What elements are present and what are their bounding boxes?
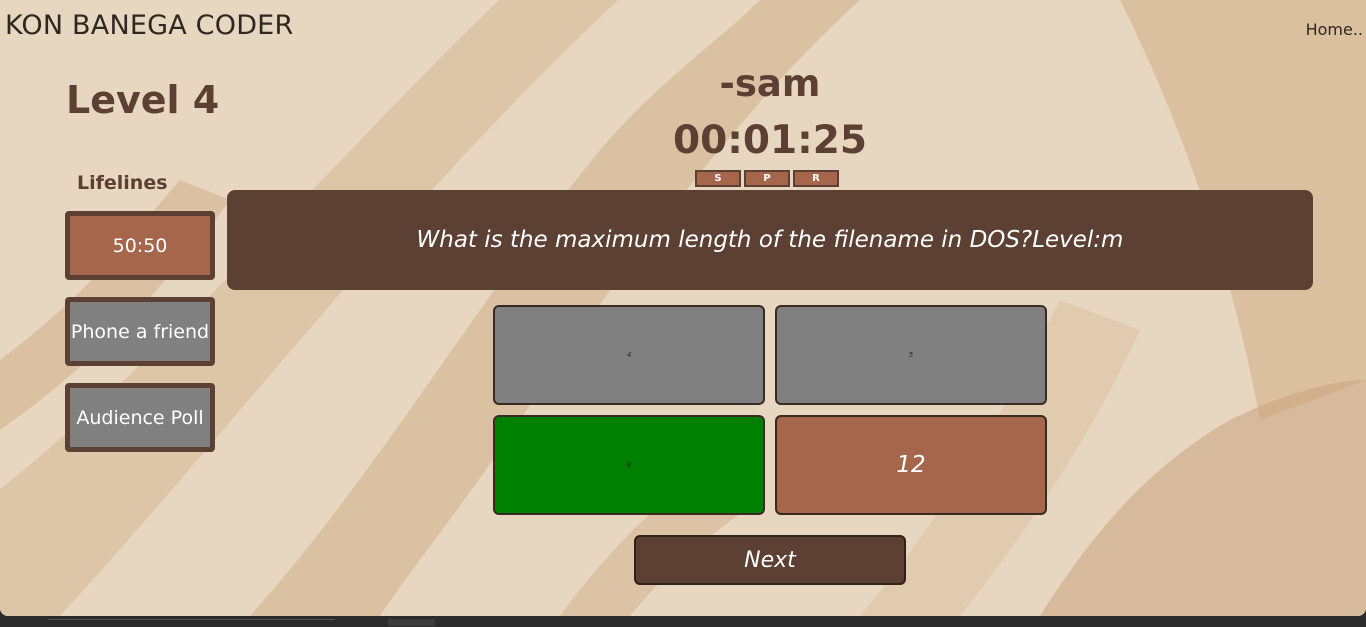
lifelines-heading: Lifelines xyxy=(77,172,168,194)
next-button[interactable]: Next xyxy=(634,535,906,585)
option-b-button[interactable]: 5 xyxy=(775,305,1047,405)
pause-button[interactable]: P xyxy=(744,170,790,187)
lifeline-audience-poll-button[interactable]: Audience Poll xyxy=(65,383,215,452)
lifeline-phone-friend-button[interactable]: Phone a friend xyxy=(65,297,215,366)
taskbar-segment xyxy=(388,619,435,626)
app-brand-title: KON BANEGA CODER xyxy=(5,10,294,41)
option-b-label: 5 xyxy=(908,351,914,359)
game-screen: KON BANEGA CODER Home.. Level 4 -sam 00:… xyxy=(0,0,1366,616)
option-a-label: 4 xyxy=(626,351,632,359)
lifeline-fifty-fifty-button[interactable]: 50:50 xyxy=(65,211,215,280)
player-name: -sam xyxy=(719,62,821,105)
resume-button[interactable]: R xyxy=(793,170,839,187)
option-a-button[interactable]: 4 xyxy=(493,305,765,405)
option-c-button[interactable]: 8 xyxy=(493,415,765,515)
question-box: What is the maximum length of the filena… xyxy=(227,190,1313,290)
home-link[interactable]: Home.. xyxy=(1306,20,1363,39)
option-d-label: 12 xyxy=(896,452,926,478)
question-text: What is the maximum length of the filena… xyxy=(416,227,1124,253)
option-c-label: 8 xyxy=(626,461,632,469)
option-d-button[interactable]: 12 xyxy=(775,415,1047,515)
start-button[interactable]: S xyxy=(695,170,741,187)
countdown-timer: 00:01:25 xyxy=(672,118,867,163)
game-controls: S P R xyxy=(695,170,842,187)
